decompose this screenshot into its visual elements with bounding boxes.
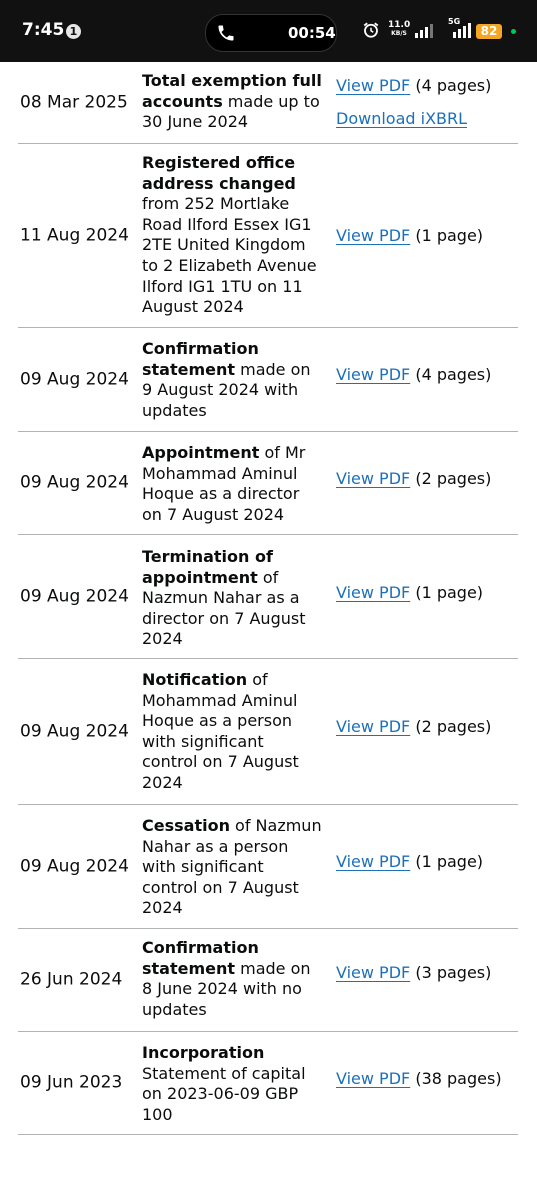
filing-description: Incorporation Statement of capital on 20… (142, 1043, 322, 1125)
view-pdf-link[interactable]: View PDF (336, 76, 410, 95)
ongoing-call-pill[interactable]: 00:54 (205, 14, 337, 52)
page-count: (3 pages) (415, 963, 492, 982)
view-pdf-link[interactable]: View PDF (336, 583, 410, 602)
privacy-indicator-dot (511, 29, 516, 34)
page-count: (4 pages) (415, 76, 492, 95)
filing-date: 09 Jun 2023 (20, 1072, 123, 1093)
filing-row: 09 Aug 2024 Confirmation statement made … (18, 328, 518, 432)
filing-details: Statement of capital on 2023-06-09 GBP 1… (142, 1063, 306, 1124)
filing-type: Cessation (142, 816, 230, 835)
filing-type: Notification (142, 670, 248, 689)
signal-strength-5g-icon (453, 23, 471, 38)
alarm-icon (363, 22, 379, 38)
view-pdf-link[interactable]: View PDF (336, 365, 410, 384)
page-count: (2 pages) (415, 469, 492, 488)
view-pdf-link[interactable]: View PDF (336, 963, 410, 982)
filing-date: 09 Aug 2024 (20, 586, 129, 606)
filing-row: 09 Aug 2024 Notification of Mohammad Ami… (18, 659, 518, 805)
page-count: (4 pages) (415, 365, 492, 384)
filing-row: 08 Mar 2025 Total exemption full account… (18, 62, 518, 144)
view-pdf-link[interactable]: View PDF (336, 1069, 410, 1088)
phone-icon (218, 25, 234, 41)
filing-links: View PDF (3 pages) (336, 963, 491, 983)
call-timer: 00:54 (288, 24, 336, 42)
filing-type: Registered office address changed (142, 153, 296, 193)
page-count: (38 pages) (415, 1069, 502, 1088)
network-speed: 11.0 KB/S (388, 20, 410, 37)
filing-history-table: 08 Mar 2025 Total exemption full account… (0, 62, 537, 1135)
filing-details: from 252 Mortlake Road Ilford Essex IG1 … (142, 194, 317, 317)
info-notification-icon: 1 (66, 24, 81, 39)
filing-date: 08 Mar 2025 (20, 92, 128, 112)
filing-description: Notification of Mohammad Aminul Hoque as… (142, 670, 322, 794)
signal-strength-icon (415, 24, 433, 38)
page-count: (2 pages) (415, 717, 492, 736)
page-count: (1 page) (415, 852, 484, 871)
filing-row: 09 Aug 2024 Termination of appointment o… (18, 535, 518, 659)
filing-links: View PDF (38 pages) (336, 1069, 502, 1089)
view-pdf-link[interactable]: View PDF (336, 469, 410, 488)
filing-description: Termination of appointment of Nazmun Nah… (142, 547, 322, 650)
filing-description: Cessation of Nazmun Nahar as a person wi… (142, 816, 322, 919)
filing-date: 09 Aug 2024 (20, 721, 129, 741)
view-pdf-link[interactable]: View PDF (336, 852, 410, 871)
filing-date: 26 Jun 2024 (20, 969, 123, 990)
filing-row: 26 Jun 2024 Confirmation statement made … (18, 929, 518, 1032)
status-time: 7:45 (22, 20, 65, 40)
filing-description: Total exemption full accounts made up to… (142, 71, 322, 133)
filing-row: 09 Aug 2024 Appointment of Mr Mohammad A… (18, 432, 518, 535)
page-count: (1 page) (415, 226, 484, 245)
filing-description: Registered office address changed from 2… (142, 153, 322, 318)
filing-description: Confirmation statement made on 9 August … (142, 339, 322, 421)
network-speed-unit: KB/S (391, 30, 407, 37)
filing-type: Termination of appointment (142, 547, 273, 587)
filing-row: 09 Jun 2023 Incorporation Statement of c… (18, 1032, 518, 1135)
download-ixbrl-link[interactable]: Download iXBRL (336, 109, 491, 129)
filing-date: 11 Aug 2024 (20, 225, 129, 245)
view-pdf-link[interactable]: View PDF (336, 226, 410, 245)
filing-date: 09 Aug 2024 (20, 369, 129, 389)
filing-description: Confirmation statement made on 8 June 20… (142, 938, 322, 1020)
view-pdf-link[interactable]: View PDF (336, 717, 410, 736)
filing-links: View PDF (2 pages) (336, 717, 491, 737)
filing-description: Appointment of Mr Mohammad Aminul Hoque … (142, 443, 322, 525)
filing-links: View PDF (1 page) (336, 583, 483, 603)
filing-type: Appointment (142, 443, 260, 462)
battery-level: 82 (476, 24, 502, 39)
filing-type: Incorporation (142, 1043, 265, 1062)
network-speed-value: 11.0 (388, 20, 411, 30)
filing-row: 09 Aug 2024 Cessation of Nazmun Nahar as… (18, 805, 518, 929)
filing-links: View PDF (1 page) (336, 226, 483, 246)
status-bar: 7:45 1 00:54 11.0 KB/S 5G 82 (0, 0, 537, 62)
filing-links: View PDF (2 pages) (336, 469, 491, 489)
filing-links: View PDF (1 page) (336, 852, 483, 872)
filing-links: View PDF (4 pages) Download iXBRL (336, 76, 491, 129)
filing-row: 11 Aug 2024 Registered office address ch… (18, 144, 518, 328)
filing-date: 09 Aug 2024 (20, 856, 129, 876)
page-count: (1 page) (415, 583, 484, 602)
filing-links: View PDF (4 pages) (336, 365, 491, 385)
filing-date: 09 Aug 2024 (20, 472, 129, 493)
